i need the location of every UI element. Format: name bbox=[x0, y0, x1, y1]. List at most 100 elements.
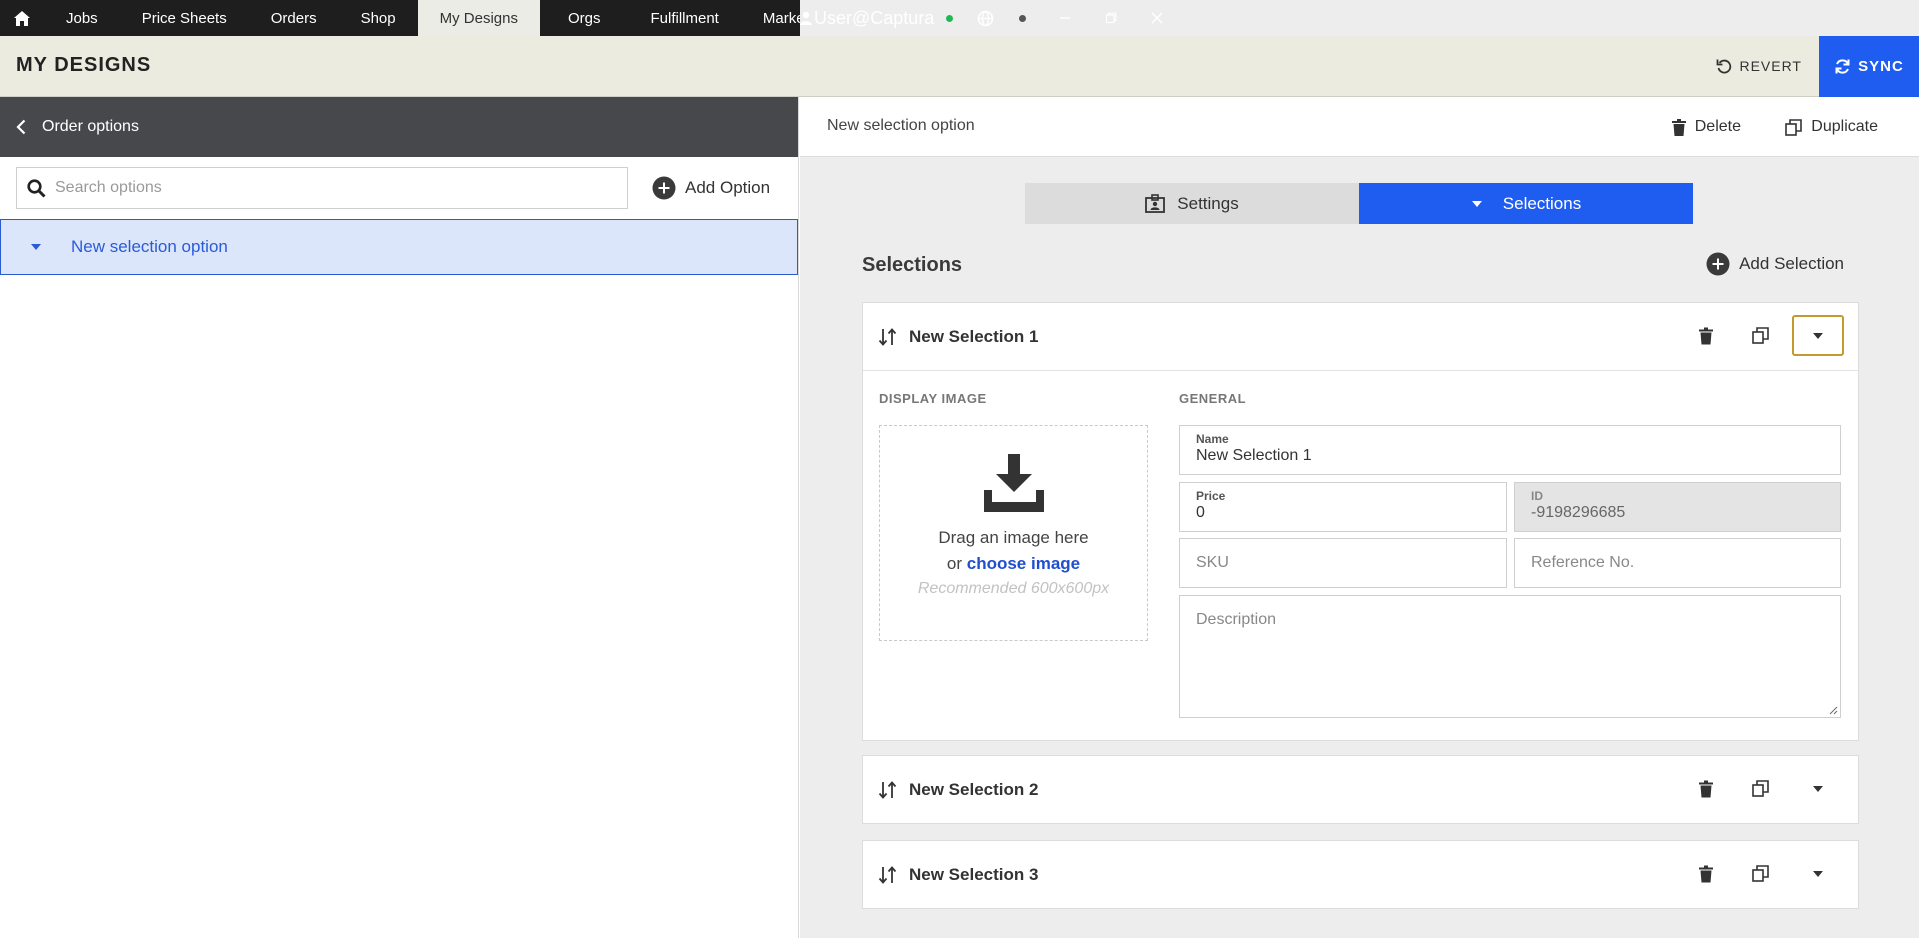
sync-button[interactable]: SYNC bbox=[1819, 36, 1919, 97]
revert-label: REVERT bbox=[1739, 58, 1802, 74]
tab-selections[interactable]: Selections bbox=[1359, 183, 1693, 224]
tab-settings-label: Settings bbox=[1177, 193, 1239, 213]
name-field-value: New Selection 1 bbox=[1196, 447, 1312, 464]
caret-down-icon[interactable] bbox=[1792, 315, 1844, 356]
selection-actions bbox=[1684, 853, 1844, 894]
tab-orders[interactable]: Orders bbox=[249, 0, 339, 36]
tab-shop[interactable]: Shop bbox=[339, 0, 418, 36]
editor-toolbar: New selection option Delete Duplicate bbox=[800, 97, 1919, 157]
drop-choose-line: or choose image bbox=[880, 554, 1147, 574]
image-dropzone[interactable]: Drag an image here or choose image Recom… bbox=[879, 425, 1148, 641]
globe-icon[interactable] bbox=[967, 0, 1003, 36]
user-icon bbox=[800, 11, 812, 25]
sort-arrows-icon[interactable] bbox=[867, 780, 909, 799]
sku-field[interactable]: SKU bbox=[1179, 538, 1507, 588]
sync-icon bbox=[1835, 59, 1850, 74]
copy-icon[interactable] bbox=[1738, 315, 1782, 356]
selection-name: New Selection 3 bbox=[909, 864, 1039, 884]
tab-my-designs[interactable]: My Designs bbox=[417, 0, 540, 36]
selection-card: New Selection 1 DISPLAY IMAGE GENERAL Dr… bbox=[862, 302, 1859, 741]
caret-down-icon bbox=[1471, 200, 1482, 207]
resize-handle-icon[interactable] bbox=[1829, 706, 1838, 715]
price-field[interactable]: Price 0 bbox=[1179, 482, 1507, 532]
general-label: GENERAL bbox=[1179, 391, 1247, 406]
caret-down-icon[interactable] bbox=[1, 243, 71, 251]
settings-card-icon bbox=[1145, 194, 1166, 213]
reference-field[interactable]: Reference No. bbox=[1514, 538, 1841, 588]
selection-actions bbox=[1684, 768, 1844, 809]
caret-down-icon[interactable] bbox=[1792, 853, 1844, 894]
tab-fulfillment[interactable]: Fulfillment bbox=[629, 0, 741, 36]
add-selection-button[interactable]: Add Selection bbox=[1706, 252, 1844, 276]
trash-icon bbox=[1671, 118, 1686, 136]
selection-header[interactable]: New Selection 3 bbox=[863, 841, 1858, 908]
selection-body: DISPLAY IMAGE GENERAL Drag an image here… bbox=[863, 370, 1858, 740]
sku-placeholder: SKU bbox=[1196, 554, 1229, 571]
search-box[interactable] bbox=[16, 167, 628, 209]
plus-circle-icon bbox=[652, 176, 676, 200]
breadcrumb[interactable]: Order options bbox=[0, 97, 798, 157]
tab-jobs[interactable]: Jobs bbox=[44, 0, 120, 36]
copy-icon bbox=[1785, 118, 1803, 136]
top-nav: Jobs Price Sheets Orders Shop My Designs… bbox=[0, 0, 1919, 36]
add-option-label: Add Option bbox=[685, 178, 771, 197]
status-dot-inactive-icon bbox=[1019, 14, 1027, 22]
page-title: MY DESIGNS bbox=[16, 54, 152, 76]
tab-orgs[interactable]: Orgs bbox=[540, 0, 629, 36]
search-row: Add Option bbox=[0, 157, 798, 219]
section-title: Selections bbox=[862, 254, 963, 276]
options-panel: Order options Add Option New selection o… bbox=[0, 97, 799, 938]
name-field[interactable]: Name New Selection 1 bbox=[1179, 425, 1841, 475]
home-icon[interactable] bbox=[0, 0, 44, 36]
plus-circle-icon bbox=[1706, 252, 1730, 276]
search-input[interactable] bbox=[55, 179, 605, 197]
selection-actions bbox=[1684, 315, 1844, 356]
option-name: New selection option bbox=[827, 117, 975, 134]
drop-hint: Recommended 600x600px bbox=[917, 580, 1110, 597]
window-controls: User@Captura bbox=[800, 0, 1919, 36]
trash-icon[interactable] bbox=[1684, 853, 1728, 894]
tab-price-sheets[interactable]: Price Sheets bbox=[120, 0, 249, 36]
chevron-left-icon[interactable] bbox=[0, 119, 42, 135]
breadcrumb-label: Order options bbox=[42, 118, 139, 135]
selection-header[interactable]: New Selection 1 bbox=[863, 303, 1858, 370]
close-icon[interactable] bbox=[1134, 0, 1180, 36]
undo-icon bbox=[1717, 59, 1732, 74]
reference-placeholder: Reference No. bbox=[1531, 554, 1635, 571]
download-icon bbox=[880, 454, 1147, 512]
delete-button[interactable]: Delete bbox=[1671, 97, 1741, 157]
option-item-new-selection-option[interactable]: New selection option bbox=[0, 219, 798, 275]
trash-icon[interactable] bbox=[1684, 768, 1728, 809]
id-field: ID -9198296685 bbox=[1514, 482, 1841, 532]
selection-card: New Selection 3 bbox=[862, 840, 1859, 909]
sort-arrows-icon[interactable] bbox=[867, 865, 909, 884]
display-image-label: DISPLAY IMAGE bbox=[879, 391, 987, 406]
tab-settings[interactable]: Settings bbox=[1025, 183, 1359, 224]
name-field-label: Name bbox=[1196, 432, 1229, 446]
selection-card: New Selection 2 bbox=[862, 755, 1859, 824]
sync-label: SYNC bbox=[1858, 58, 1904, 75]
drop-text: Drag an image here bbox=[938, 528, 1089, 547]
choose-image-link[interactable]: choose image bbox=[967, 554, 1080, 573]
sort-arrows-icon[interactable] bbox=[867, 327, 909, 346]
add-option-button[interactable]: Add Option bbox=[652, 176, 770, 200]
revert-button[interactable]: REVERT bbox=[1716, 36, 1802, 96]
copy-icon[interactable] bbox=[1738, 853, 1782, 894]
option-editor: New selection option Delete Duplicate Se… bbox=[800, 97, 1919, 938]
user-menu[interactable]: User@Captura bbox=[800, 8, 934, 29]
duplicate-button[interactable]: Duplicate bbox=[1785, 97, 1878, 157]
delete-label: Delete bbox=[1694, 118, 1741, 135]
selection-header[interactable]: New Selection 2 bbox=[863, 756, 1858, 823]
id-field-value: -9198296685 bbox=[1531, 504, 1626, 521]
id-field-label: ID bbox=[1531, 489, 1543, 503]
minimize-icon[interactable] bbox=[1042, 0, 1088, 36]
editor-tabs: Settings Selections bbox=[1025, 183, 1693, 224]
description-field[interactable]: Description bbox=[1179, 595, 1841, 718]
copy-icon[interactable] bbox=[1738, 768, 1782, 809]
trash-icon[interactable] bbox=[1684, 315, 1728, 356]
restore-icon[interactable] bbox=[1088, 0, 1134, 36]
search-icon bbox=[27, 178, 46, 198]
price-field-value: 0 bbox=[1196, 504, 1205, 521]
price-field-label: Price bbox=[1196, 489, 1226, 503]
caret-down-icon[interactable] bbox=[1792, 768, 1844, 809]
